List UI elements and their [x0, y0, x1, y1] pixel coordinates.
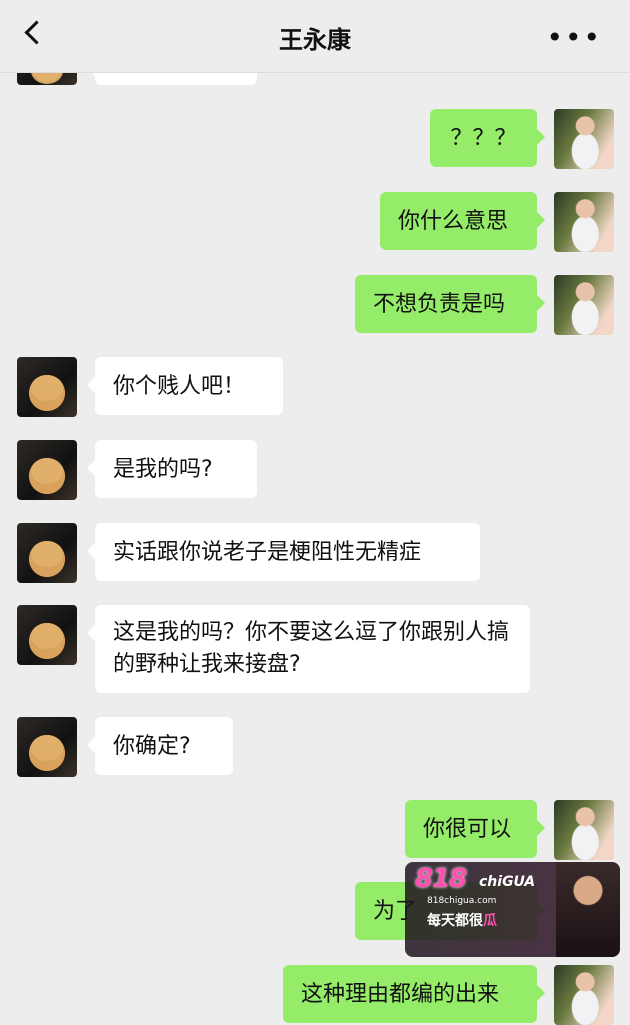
message-bubble-sent: 这种理由都编的出来: [283, 965, 545, 1023]
message-bubble-received: 是我的吗?: [87, 440, 257, 498]
contact-avatar[interactable]: [17, 440, 77, 500]
user-avatar[interactable]: [554, 800, 614, 860]
chat-title: 王永康: [279, 26, 351, 54]
contact-avatar[interactable]: [17, 523, 77, 583]
message-bubble-sent: 不想负责是吗: [355, 275, 545, 333]
contact-avatar[interactable]: [17, 357, 77, 417]
contact-avatar[interactable]: [17, 717, 77, 777]
message-bubble-received: 你确定?: [87, 717, 233, 775]
message-bubble-received: 你个贱人吧！: [87, 357, 283, 415]
message-bubble-received: 实话跟你说老子是梗阻性无精症: [87, 523, 480, 581]
user-avatar[interactable]: [554, 965, 614, 1025]
watermark-url: 818chigua.com: [427, 896, 497, 906]
message-bubble-sent: 你很可以: [405, 800, 545, 858]
watermark-logo: 818: [415, 864, 467, 894]
site-watermark: 818 chiGUA 818chigua.com 每天都很瓜: [405, 862, 620, 957]
message-bubble-sent: 你什么意思: [380, 192, 545, 250]
watermark-slogan: 每天都很瓜: [427, 910, 497, 930]
more-options-icon[interactable]: •••: [546, 24, 602, 52]
user-avatar[interactable]: [554, 192, 614, 252]
watermark-slogan-a: 每天都很: [427, 913, 483, 929]
user-avatar[interactable]: [554, 109, 614, 169]
contact-avatar[interactable]: [17, 605, 77, 665]
user-avatar[interactable]: [554, 275, 614, 335]
chat-header: 王永康 •••: [0, 0, 630, 73]
watermark-brand: chiGUA: [479, 874, 536, 890]
watermark-slogan-b: 瓜: [483, 913, 497, 929]
message-bubble-received: 这是我的吗？你不要这么逗了你跟别人搞的野种让我来接盘?: [87, 605, 530, 693]
watermark-portrait: [556, 862, 620, 957]
message-bubble-sent: ？？？: [430, 109, 545, 167]
